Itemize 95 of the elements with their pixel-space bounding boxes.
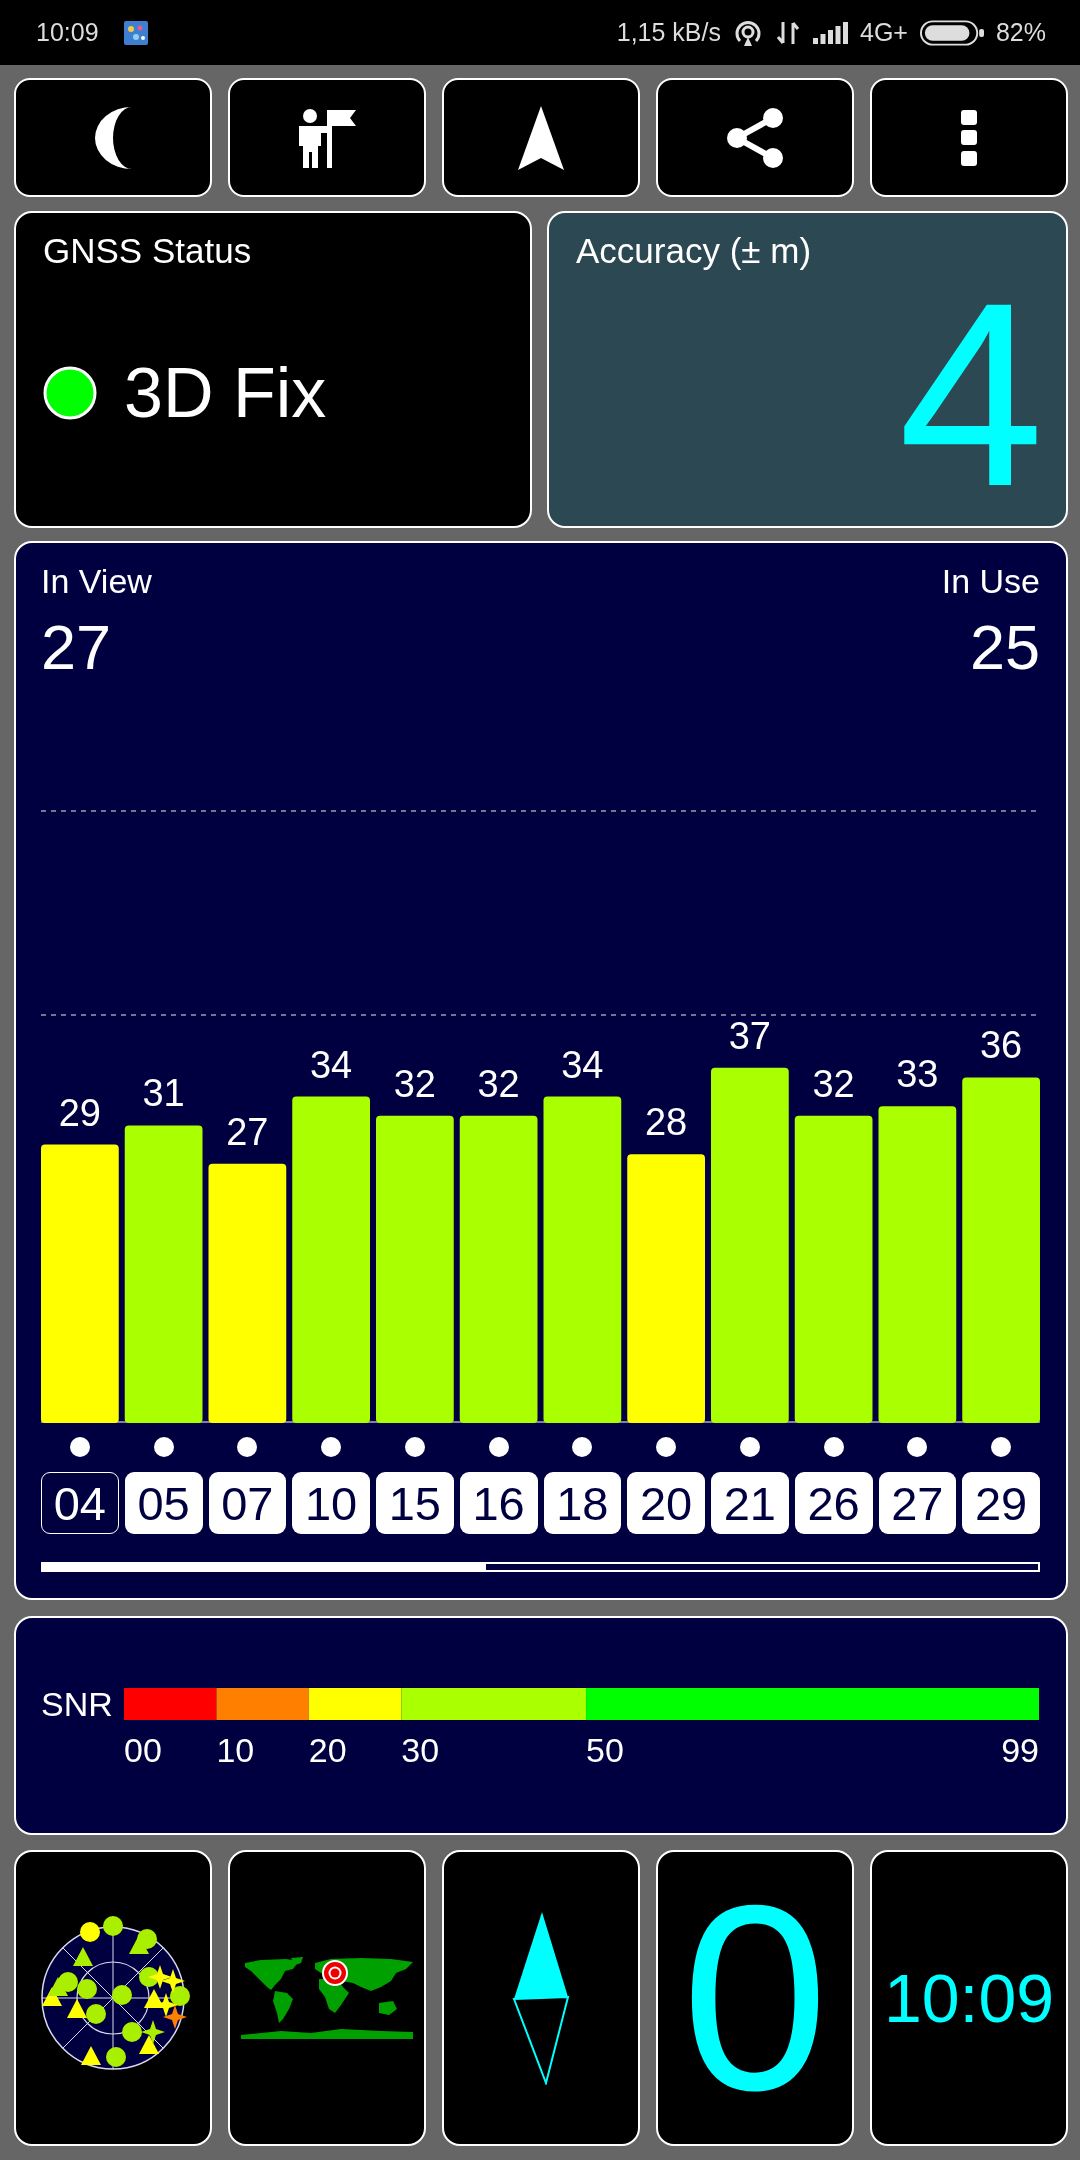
satellite-circle-marker — [112, 1985, 132, 2005]
satellite-id-label: 10 — [292, 1472, 370, 1534]
snr-scale-label: 50 — [586, 1730, 624, 1770]
clock-tile[interactable]: 10:09 — [870, 1850, 1068, 2146]
network-type: 4G+ — [860, 18, 908, 47]
satellite-circle-marker — [86, 2004, 106, 2024]
bar-value-label: 28 — [645, 1101, 688, 1144]
satellite-id-label: 07 — [208, 1472, 287, 1534]
dot-icon — [907, 1437, 928, 1457]
bar-value-label: 33 — [896, 1053, 939, 1096]
snr-scale-label: 99 — [1001, 1730, 1039, 1770]
bar-value-label: 34 — [310, 1043, 353, 1086]
dot-icon — [488, 1437, 509, 1457]
person-with-flag-icon — [297, 107, 357, 168]
fix-status: 3D Fix — [124, 353, 327, 433]
snr-label: SNR — [41, 1685, 113, 1723]
satellite-id-label: 29 — [962, 1472, 1040, 1534]
compass-needle-icon — [512, 1911, 570, 2085]
satellite-circle-marker — [103, 1916, 123, 1936]
navigation-button[interactable] — [442, 78, 640, 197]
share-button[interactable] — [656, 78, 854, 197]
satellite-circle-marker — [106, 2047, 126, 2067]
card-title: GNSS Status — [43, 231, 252, 271]
bar-value-label: 29 — [58, 1091, 101, 1134]
bar-value-label: 31 — [142, 1072, 185, 1115]
bar-value-label: 32 — [477, 1062, 520, 1105]
satellite-circle-marker — [80, 1922, 100, 1942]
satellite-circle-marker — [170, 1986, 190, 2006]
dot-icon — [656, 1437, 677, 1457]
satellite-triangle-marker — [73, 1947, 93, 1966]
dot-icon — [404, 1437, 425, 1457]
satellite-triangle-marker — [129, 1935, 149, 1954]
dot-icon — [572, 1437, 593, 1457]
satellite-id-label: 26 — [794, 1472, 873, 1534]
signal-icon — [813, 21, 848, 44]
satellite-triangle-marker — [139, 2035, 159, 2054]
satellite-star-marker — [163, 2005, 187, 2029]
bar-value-label: 34 — [561, 1043, 604, 1086]
dot-icon — [153, 1437, 174, 1457]
speed-value: 0 — [681, 1866, 829, 2130]
satellite-id-label: 15 — [376, 1472, 454, 1534]
dot-icon — [69, 1437, 90, 1457]
in-view-label: In View — [41, 561, 152, 601]
accuracy-value: 4 — [898, 284, 1044, 507]
battery-percent: 82% — [995, 18, 1046, 47]
satellite-id-label: 21 — [711, 1472, 789, 1534]
satellite-triangle-marker — [81, 2046, 101, 2065]
in-view-count: 27 — [41, 612, 112, 682]
satellite-triangle-marker — [67, 1999, 87, 2018]
snr-scale-label: 10 — [216, 1730, 255, 1770]
satellite-star-marker — [161, 1969, 185, 1993]
in-use-count: 25 — [969, 612, 1040, 682]
snr-scale-label: 00 — [124, 1730, 162, 1770]
status-time: 10:09 — [36, 18, 99, 47]
satellite-id-label: 05 — [124, 1472, 203, 1534]
satellite-id-label: 16 — [459, 1472, 538, 1534]
more-options-button[interactable] — [870, 78, 1068, 197]
location-marker-icon — [322, 1960, 348, 1986]
clock-time: 10:09 — [883, 1960, 1055, 2036]
compass-tile[interactable] — [442, 1850, 640, 2146]
speed-tile[interactable]: 0 — [656, 1850, 854, 2146]
share-icon — [727, 107, 783, 168]
data-arrows-icon — [775, 19, 801, 46]
satellite-id-label: 18 — [543, 1472, 622, 1534]
card-title: Accuracy (± m) — [576, 231, 812, 271]
in-use-label: In Use — [941, 561, 1040, 601]
sky-plot-tile[interactable] — [14, 1850, 212, 2146]
person-flag-button[interactable] — [228, 78, 426, 197]
bar-value-label: 32 — [812, 1062, 855, 1105]
navigation-arrow-icon — [518, 105, 564, 170]
night-mode-button[interactable] — [14, 78, 212, 197]
dot-icon — [739, 1437, 760, 1457]
satellite-id-label: 04 — [41, 1472, 119, 1534]
snr-scale-label: 20 — [308, 1730, 347, 1770]
dot-icon — [991, 1437, 1012, 1457]
bar-value-label: 36 — [980, 1024, 1023, 1067]
more-icon — [961, 109, 977, 166]
bar-value-label: 27 — [226, 1110, 269, 1153]
snr-scale-label: 30 — [401, 1730, 440, 1770]
network-speed: 1,15 kB/s — [616, 18, 721, 47]
satellite-circle-marker — [77, 1979, 97, 1999]
satellite-id-label: 20 — [627, 1472, 705, 1534]
satellite-star-marker — [141, 2020, 165, 2044]
satellite-star-marker — [148, 1965, 172, 1989]
bar-value-label: 37 — [728, 1014, 771, 1057]
satellite-circle-marker — [122, 2022, 142, 2042]
dot-icon — [237, 1437, 258, 1457]
world-map-tile[interactable] — [228, 1850, 426, 2146]
image-icon — [123, 20, 148, 45]
dot-icon — [321, 1437, 342, 1457]
dot-icon — [823, 1437, 844, 1457]
bar-value-label: 32 — [393, 1062, 436, 1105]
satellite-triangle-marker — [48, 1977, 68, 1996]
battery-icon — [919, 19, 984, 46]
satellite-id-label: 27 — [878, 1472, 957, 1534]
